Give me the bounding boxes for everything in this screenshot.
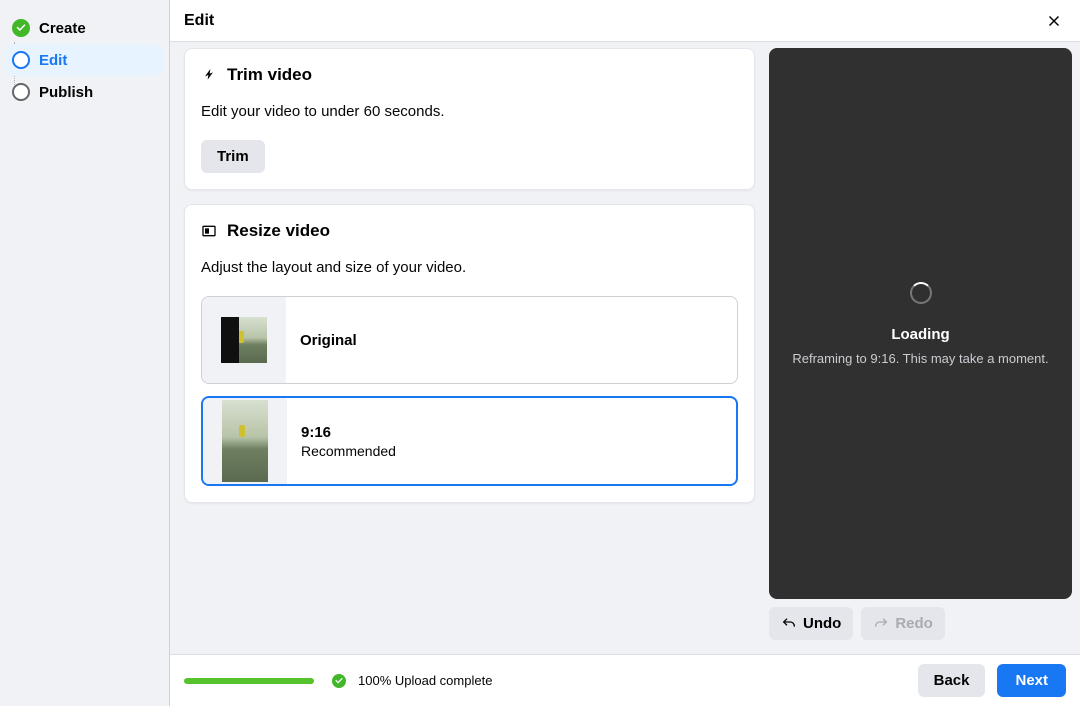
trim-button[interactable]: Trim	[201, 140, 265, 173]
redo-icon	[873, 616, 889, 632]
option-sub: Recommended	[301, 443, 396, 459]
option-title: Original	[300, 332, 357, 349]
step-edit[interactable]: Edit	[6, 44, 163, 76]
undo-icon	[781, 616, 797, 632]
undo-label: Undo	[803, 615, 841, 632]
undo-button[interactable]: Undo	[769, 607, 853, 640]
footer: 100% Upload complete Back Next	[170, 654, 1080, 706]
trim-title: Trim video	[227, 65, 312, 85]
preview-sub: Reframing to 9:16. This may take a momen…	[792, 351, 1048, 366]
page-title: Edit	[184, 12, 214, 30]
step-create[interactable]: Create	[6, 12, 163, 44]
trim-icon	[201, 67, 217, 83]
active-dot-icon	[12, 51, 30, 69]
sidebar-steps: Create Edit Publish	[0, 0, 170, 706]
loading-spinner-icon	[910, 282, 932, 304]
resize-option-916[interactable]: 9:16 Recommended	[201, 396, 738, 486]
step-label: Publish	[39, 84, 93, 101]
next-button[interactable]: Next	[997, 664, 1066, 697]
trim-desc: Edit your video to under 60 seconds.	[201, 103, 738, 120]
back-button[interactable]: Back	[918, 664, 986, 697]
step-label: Create	[39, 20, 86, 37]
trim-card: Trim video Edit your video to under 60 s…	[184, 48, 755, 190]
redo-label: Redo	[895, 615, 933, 632]
resize-card: Resize video Adjust the layout and size …	[184, 204, 755, 503]
step-label: Edit	[39, 52, 67, 69]
check-icon	[12, 19, 30, 37]
thumbnail-frame	[203, 398, 287, 484]
redo-button[interactable]: Redo	[861, 607, 945, 640]
resize-title: Resize video	[227, 221, 330, 241]
preview-title: Loading	[891, 326, 949, 343]
check-icon	[332, 674, 346, 688]
pending-dot-icon	[12, 83, 30, 101]
thumbnail-frame	[202, 297, 286, 383]
close-button[interactable]	[1042, 9, 1066, 33]
resize-desc: Adjust the layout and size of your video…	[201, 259, 738, 276]
upload-progress-bar	[184, 678, 314, 684]
video-preview: Loading Reframing to 9:16. This may take…	[769, 48, 1072, 599]
thumbnail-916	[222, 400, 268, 482]
step-publish[interactable]: Publish	[6, 76, 163, 108]
close-icon	[1045, 12, 1063, 30]
thumbnail-original	[221, 317, 267, 363]
resize-icon	[201, 223, 217, 239]
header: Edit	[170, 0, 1080, 42]
upload-status: 100% Upload complete	[358, 673, 492, 688]
resize-option-original[interactable]: Original	[201, 296, 738, 384]
option-title: 9:16	[301, 424, 396, 441]
